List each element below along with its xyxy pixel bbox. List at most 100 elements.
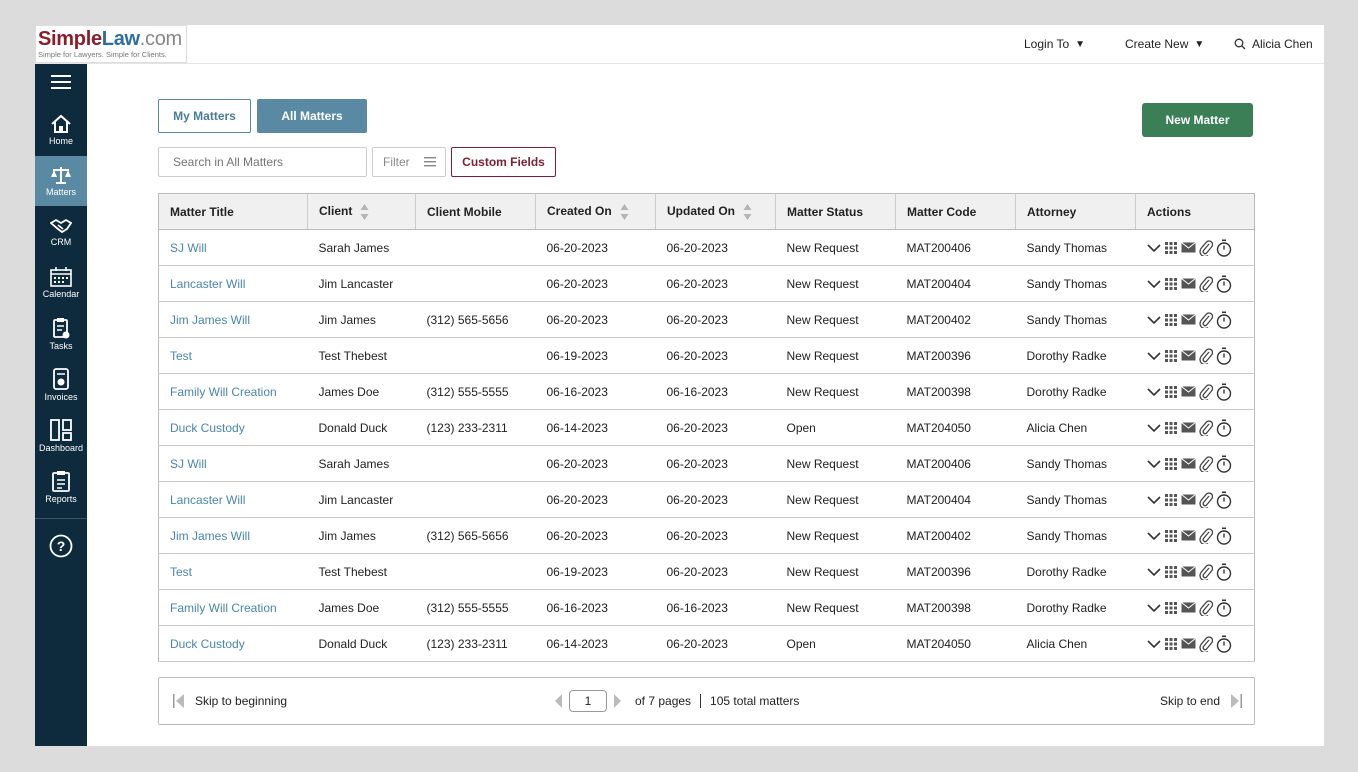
grid-icon[interactable]: [1164, 241, 1178, 255]
sidebar-item-home[interactable]: Home: [35, 105, 87, 155]
email-icon[interactable]: [1180, 278, 1196, 289]
sidebar-item-dashboard[interactable]: Dashboard: [35, 411, 87, 461]
chevron-down-icon[interactable]: [1146, 243, 1161, 253]
tab-all-matters[interactable]: All Matters: [257, 99, 367, 133]
grid-icon[interactable]: [1164, 313, 1178, 327]
email-icon[interactable]: [1180, 602, 1196, 613]
table-row[interactable]: Test Test Thebest 06-19-2023 06-20-2023 New …: [158, 553, 1255, 590]
email-icon[interactable]: [1180, 638, 1196, 649]
chevron-down-icon[interactable]: [1146, 279, 1161, 289]
chevron-down-icon[interactable]: [1146, 315, 1161, 325]
chevron-down-icon[interactable]: [1146, 567, 1161, 577]
paperclip-icon[interactable]: [1198, 563, 1213, 580]
timer-icon[interactable]: [1216, 599, 1232, 617]
table-row[interactable]: Duck Custody Donald Duck (123) 233-2311 06-…: [158, 409, 1255, 446]
sidebar-item-calendar[interactable]: Calendar: [35, 258, 87, 308]
cell-matter-title[interactable]: Test: [158, 553, 308, 590]
table-row[interactable]: Lancaster Will Jim Lancaster 06-20-2023 06-…: [158, 265, 1255, 302]
email-icon[interactable]: [1180, 242, 1196, 253]
next-page-icon[interactable]: [613, 694, 621, 708]
table-row[interactable]: SJ Will Sarah James 06-20-2023 06-20-2023 Ne…: [158, 229, 1255, 266]
col-matter-title[interactable]: Matter Title: [158, 193, 308, 230]
grid-icon[interactable]: [1164, 277, 1178, 291]
table-row[interactable]: Family Will Creation James Doe (312) 555-5…: [158, 373, 1255, 410]
grid-icon[interactable]: [1164, 529, 1178, 543]
grid-icon[interactable]: [1164, 565, 1178, 579]
logo[interactable]: SimpleLaw.com Simple for Lawyers. Simple…: [35, 25, 187, 63]
chevron-down-icon[interactable]: [1146, 639, 1161, 649]
paperclip-icon[interactable]: [1198, 383, 1213, 400]
chevron-down-icon[interactable]: [1146, 531, 1161, 541]
email-icon[interactable]: [1180, 314, 1196, 325]
table-row[interactable]: Test Test Thebest 06-19-2023 06-20-2023 New …: [158, 337, 1255, 374]
email-icon[interactable]: [1180, 386, 1196, 397]
paperclip-icon[interactable]: [1198, 239, 1213, 256]
timer-icon[interactable]: [1216, 275, 1232, 293]
cell-matter-title[interactable]: SJ Will: [158, 229, 308, 266]
timer-icon[interactable]: [1216, 563, 1232, 581]
paperclip-icon[interactable]: [1198, 311, 1213, 328]
sidebar-item-matters[interactable]: Matters: [35, 156, 87, 206]
chevron-down-icon[interactable]: [1146, 495, 1161, 505]
paperclip-icon[interactable]: [1198, 599, 1213, 616]
help-button[interactable]: ?: [35, 522, 87, 572]
email-icon[interactable]: [1180, 566, 1196, 577]
table-row[interactable]: Jim James Will Jim James (312) 565-5656 06-…: [158, 301, 1255, 338]
email-icon[interactable]: [1180, 494, 1196, 505]
sort-icon[interactable]: [360, 203, 369, 221]
email-icon[interactable]: [1180, 530, 1196, 541]
col-matter-code[interactable]: Matter Code: [895, 193, 1016, 230]
sidebar-item-reports[interactable]: Reports: [35, 462, 87, 512]
chevron-down-icon[interactable]: [1146, 423, 1161, 433]
skip-to-end[interactable]: Skip to end: [1160, 694, 1242, 708]
grid-icon[interactable]: [1164, 421, 1178, 435]
timer-icon[interactable]: [1216, 455, 1232, 473]
cell-matter-title[interactable]: Jim James Will: [158, 517, 308, 554]
paperclip-icon[interactable]: [1198, 347, 1213, 364]
paperclip-icon[interactable]: [1198, 275, 1213, 292]
hamburger-menu[interactable]: [35, 64, 87, 102]
chevron-down-icon[interactable]: [1146, 459, 1161, 469]
paperclip-icon[interactable]: [1198, 635, 1213, 652]
cell-matter-title[interactable]: Family Will Creation: [158, 373, 308, 410]
sidebar-item-tasks[interactable]: Tasks: [35, 309, 87, 359]
cell-matter-title[interactable]: Lancaster Will: [158, 265, 308, 302]
search-input[interactable]: [158, 147, 367, 177]
timer-icon[interactable]: [1216, 491, 1232, 509]
timer-icon[interactable]: [1216, 383, 1232, 401]
timer-icon[interactable]: [1216, 419, 1232, 437]
sidebar-item-crm[interactable]: CRM: [35, 207, 87, 257]
col-matter-status[interactable]: Matter Status: [775, 193, 896, 230]
create-new-menu[interactable]: Create New ▼: [1125, 37, 1204, 51]
grid-icon[interactable]: [1164, 493, 1178, 507]
cell-matter-title[interactable]: Family Will Creation: [158, 589, 308, 626]
timer-icon[interactable]: [1216, 347, 1232, 365]
timer-icon[interactable]: [1216, 527, 1232, 545]
timer-icon[interactable]: [1216, 635, 1232, 653]
col-attorney[interactable]: Attorney: [1015, 193, 1136, 230]
table-row[interactable]: Lancaster Will Jim Lancaster 06-20-2023 06-…: [158, 481, 1255, 518]
grid-icon[interactable]: [1164, 457, 1178, 471]
cell-matter-title[interactable]: Test: [158, 337, 308, 374]
skip-to-beginning[interactable]: Skip to beginning: [173, 694, 287, 708]
tab-my-matters[interactable]: My Matters: [158, 99, 251, 133]
timer-icon[interactable]: [1216, 311, 1232, 329]
paperclip-icon[interactable]: [1198, 419, 1213, 436]
grid-icon[interactable]: [1164, 349, 1178, 363]
login-to-menu[interactable]: Login To ▼: [1024, 37, 1085, 51]
timer-icon[interactable]: [1216, 239, 1232, 257]
table-row[interactable]: Family Will Creation James Doe (312) 555-5…: [158, 589, 1255, 626]
chevron-down-icon[interactable]: [1146, 387, 1161, 397]
sort-icon[interactable]: [620, 203, 629, 221]
chevron-down-icon[interactable]: [1146, 351, 1161, 361]
chevron-down-icon[interactable]: [1146, 603, 1161, 613]
email-icon[interactable]: [1180, 350, 1196, 361]
cell-matter-title[interactable]: Lancaster Will: [158, 481, 308, 518]
paperclip-icon[interactable]: [1198, 491, 1213, 508]
email-icon[interactable]: [1180, 422, 1196, 433]
custom-fields-button[interactable]: Custom Fields: [451, 147, 556, 177]
cell-matter-title[interactable]: SJ Will: [158, 445, 308, 482]
col-client-mobile[interactable]: Client Mobile: [415, 193, 536, 230]
page-number-input[interactable]: 1: [569, 690, 607, 712]
grid-icon[interactable]: [1164, 385, 1178, 399]
